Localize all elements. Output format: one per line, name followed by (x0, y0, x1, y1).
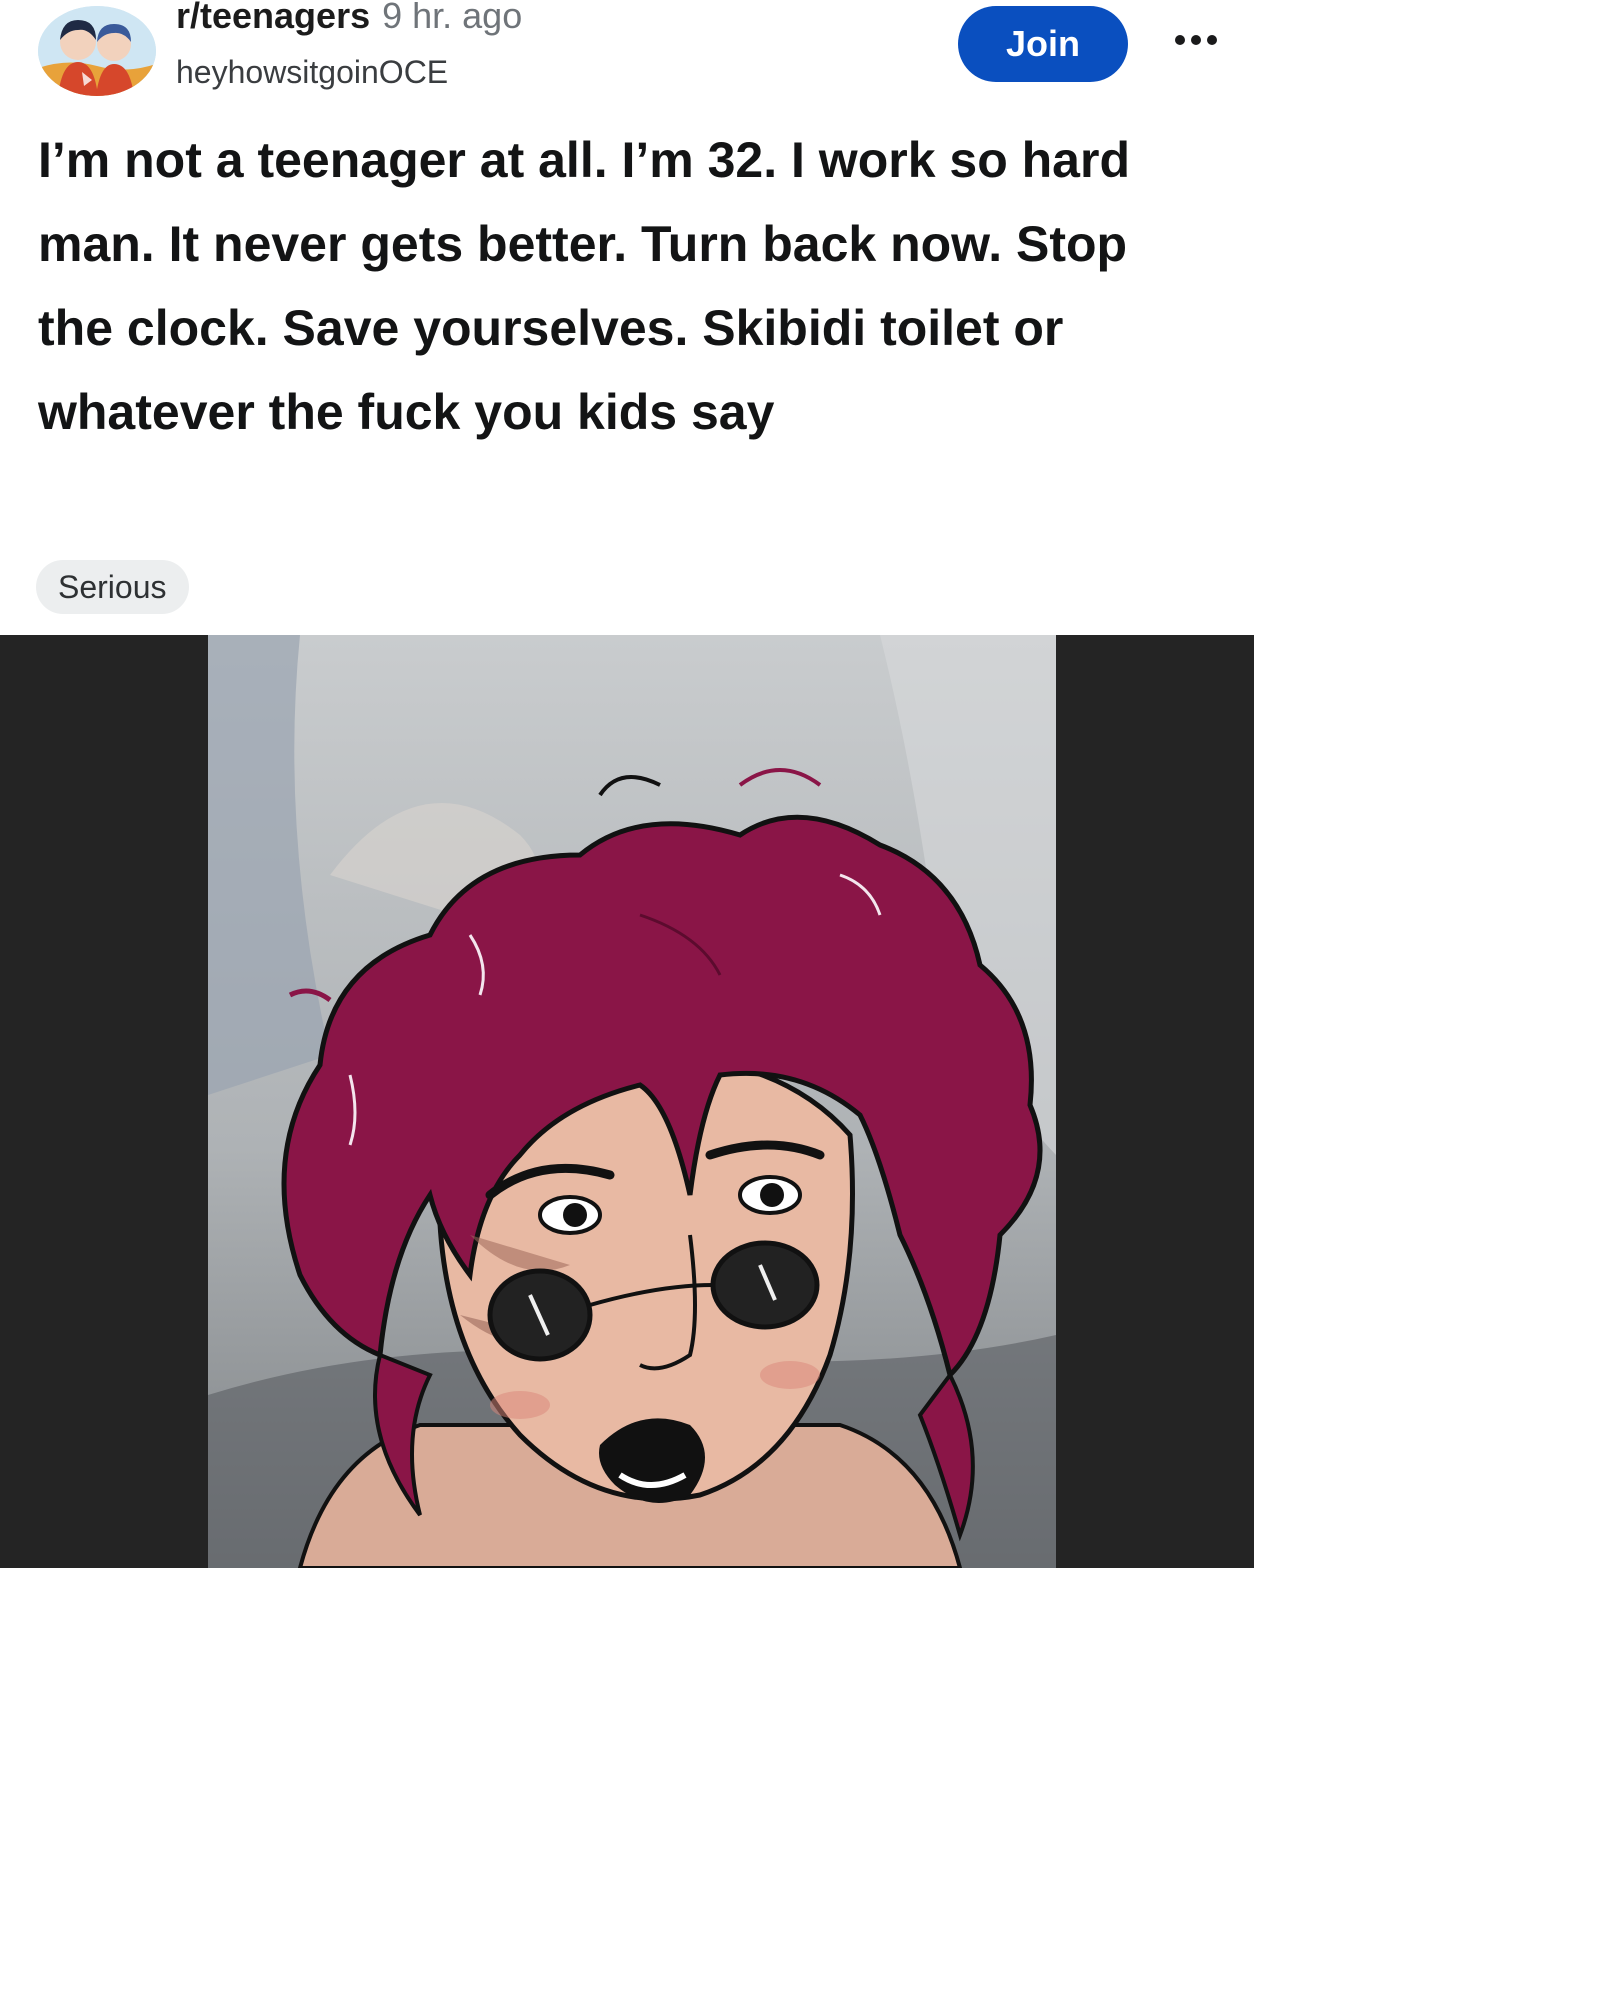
post-flair[interactable]: Serious (36, 560, 189, 614)
post-card: r/teenagers 9 hr. ago heyhowsitgoinOCE Jo… (0, 0, 1254, 635)
join-button[interactable]: Join (958, 6, 1128, 82)
avatar-illustration (38, 6, 156, 96)
post-meta-line: r/teenagers 9 hr. ago (176, 0, 522, 38)
post-image[interactable] (0, 635, 1254, 1568)
post-title[interactable]: I’m not a teenager at all. I’m 32. I wor… (38, 118, 1208, 454)
post-image-illustration (0, 635, 1254, 1568)
more-horizontal-icon[interactable] (1170, 28, 1222, 52)
subreddit-avatar[interactable] (38, 6, 156, 96)
subreddit-name[interactable]: r/teenagers (176, 0, 370, 36)
author-username[interactable]: heyhowsitgoinOCE (176, 52, 448, 92)
post-time: 9 hr. ago (382, 0, 523, 36)
